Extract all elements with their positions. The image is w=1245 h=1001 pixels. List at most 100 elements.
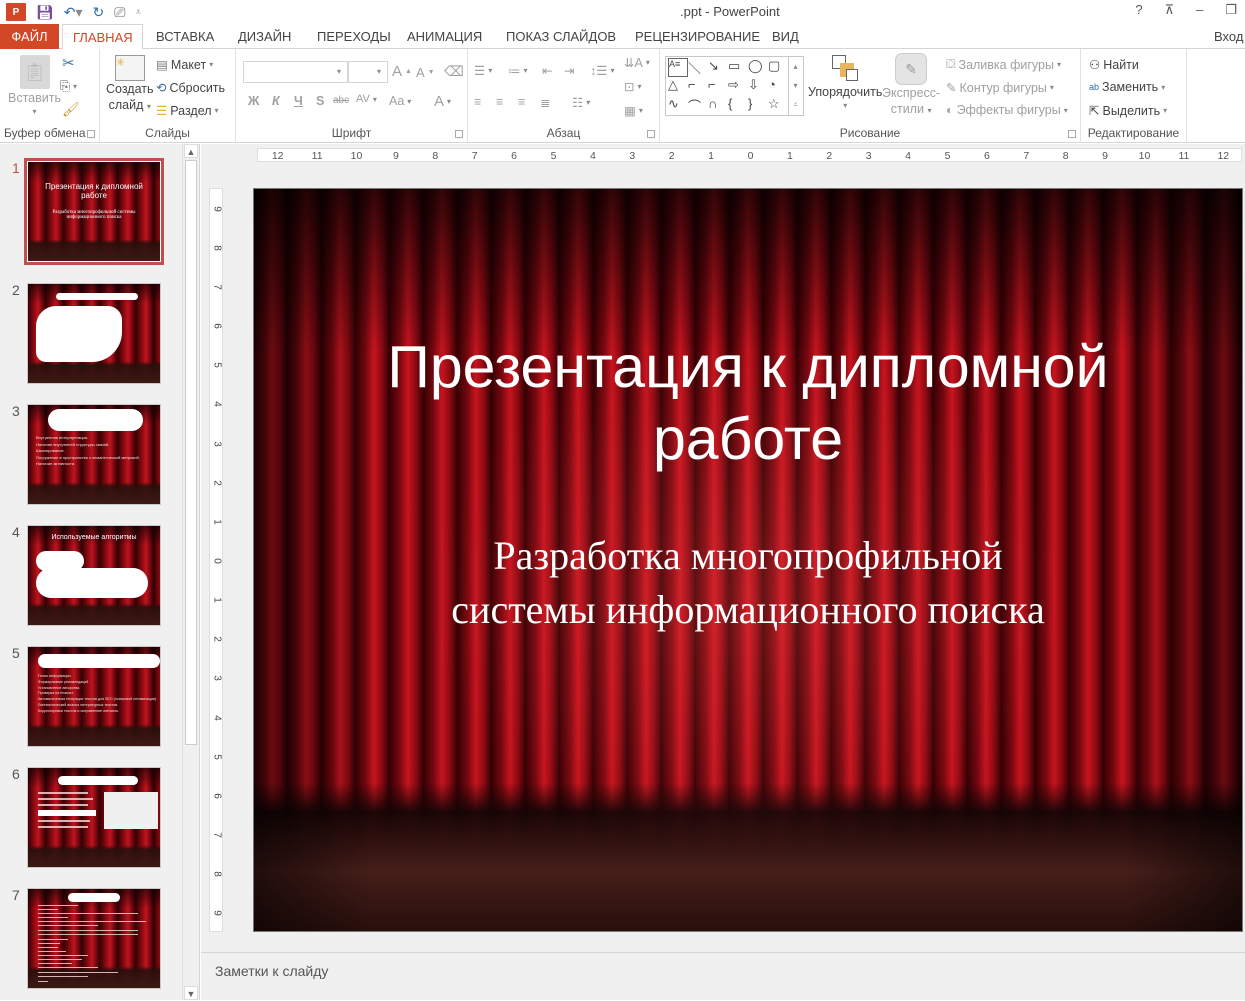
- slide-title[interactable]: Презентация к дипломной работе: [254, 331, 1242, 475]
- slide-thumbnail[interactable]: [27, 888, 161, 989]
- section-button[interactable]: ☰ Раздел ▾: [156, 103, 219, 119]
- align-left-button[interactable]: ≡: [474, 95, 481, 109]
- shape-scribble-icon[interactable]: ∿: [668, 96, 688, 115]
- clear-formatting-button[interactable]: ⌫: [444, 63, 464, 80]
- shape-rectangle-icon[interactable]: ▭: [728, 58, 748, 77]
- shape-textbox-icon[interactable]: A≡: [668, 58, 688, 77]
- notes-placeholder[interactable]: Заметки к слайду: [215, 963, 328, 979]
- shape-outline-button[interactable]: ✎ Контур фигуры ▾: [946, 80, 1054, 96]
- customize-qat-icon[interactable]: ⩡: [135, 3, 141, 21]
- strikethrough-button[interactable]: abc: [333, 95, 349, 106]
- tab-home[interactable]: ГЛАВНАЯ: [62, 24, 143, 50]
- thumbnail-slide-7[interactable]: 7: [0, 887, 180, 992]
- notes-pane[interactable]: Заметки к слайду: [201, 952, 1245, 1000]
- shape-freeform-icon[interactable]: ◔: [768, 77, 788, 96]
- chevron-down-icon[interactable]: ▾: [337, 67, 341, 76]
- tab-design[interactable]: ДИЗАЙН: [228, 24, 301, 49]
- tab-file[interactable]: ФАЙЛ: [0, 24, 59, 49]
- tab-review[interactable]: РЕЦЕНЗИРОВАНИЕ: [625, 24, 770, 49]
- slide-thumbnail[interactable]: Презентация к дипломной работе Разработк…: [24, 158, 164, 265]
- shape-star-icon[interactable]: ☆: [768, 96, 788, 115]
- tab-transitions[interactable]: ПЕРЕХОДЫ: [307, 24, 401, 49]
- shape-effects-button[interactable]: ◐ Эффекты фигуры ▾: [946, 103, 1068, 117]
- current-slide[interactable]: Презентация к дипломной работе Разработк…: [253, 188, 1243, 932]
- undo-icon[interactable]: ↶ ▾: [64, 3, 83, 21]
- start-from-beginning-icon[interactable]: ⎚: [114, 3, 125, 21]
- shape-oval-icon[interactable]: ◯: [748, 58, 768, 77]
- slide-thumbnail[interactable]: Внутренняя интерпретация. Наличие внутре…: [27, 404, 161, 505]
- dialog-launcher-icon[interactable]: [1068, 130, 1076, 138]
- select-button[interactable]: ⇱ Выделить ▾: [1089, 103, 1167, 119]
- scroll-down-icon[interactable]: ▼: [184, 986, 198, 1000]
- columns-button[interactable]: ☷ ▾: [572, 95, 590, 110]
- arrange-button[interactable]: Упорядочить ▾: [808, 53, 882, 110]
- grow-font-button[interactable]: A ▲: [392, 63, 412, 80]
- thumbnail-slide-2[interactable]: 2: [0, 282, 180, 387]
- italic-button[interactable]: К: [272, 94, 280, 108]
- slide-subtitle[interactable]: Разработка многопрофильной системы инфор…: [254, 529, 1242, 637]
- shape-arc-icon[interactable]: ⌒: [688, 96, 708, 115]
- shape-down-arrow-icon[interactable]: ⇩: [748, 77, 768, 96]
- thumbnail-slide-1[interactable]: 1 Презентация к дипломной работе Разрабо…: [0, 158, 180, 265]
- thumbnail-slide-6[interactable]: 6: [0, 766, 180, 871]
- text-direction-button[interactable]: ⇊A ▾: [624, 55, 650, 70]
- minimize-icon[interactable]: –: [1196, 2, 1203, 18]
- sign-in-link[interactable]: Вход: [1214, 24, 1243, 49]
- slide-thumbnail[interactable]: [27, 283, 161, 384]
- bold-button[interactable]: Ж: [248, 94, 259, 108]
- increase-indent-button[interactable]: ⇥: [564, 63, 574, 78]
- save-icon[interactable]: 💾︎: [36, 3, 54, 21]
- paste-button[interactable]: 📋︎ Вставить ▾: [8, 55, 61, 116]
- shape-right-brace-icon[interactable]: }: [748, 96, 768, 115]
- tab-insert[interactable]: ВСТАВКА: [146, 24, 224, 49]
- shape-right-arrow-icon[interactable]: ⇨: [728, 77, 748, 96]
- scroll-up-icon[interactable]: ▲: [184, 144, 198, 158]
- shadow-button[interactable]: S: [316, 94, 324, 108]
- tab-view[interactable]: ВИД: [762, 24, 809, 49]
- chevron-down-icon[interactable]: ▾: [377, 67, 381, 76]
- shape-triangle-icon[interactable]: △: [668, 77, 688, 96]
- slide-thumbnail[interactable]: Используемые алгоритмы: [27, 525, 161, 626]
- ribbon-display-options-icon[interactable]: ⊼: [1165, 2, 1175, 18]
- thumbnail-slide-5[interactable]: 5 Поиск информации. Формирование рекомен…: [0, 645, 180, 750]
- justify-button[interactable]: ≣: [540, 95, 550, 110]
- align-center-button[interactable]: ≡: [496, 95, 503, 109]
- gallery-scroll[interactable]: ▴ ▾ ⩡: [788, 57, 802, 115]
- shape-line-icon[interactable]: ＼: [688, 58, 708, 77]
- restore-icon[interactable]: ❐: [1225, 2, 1237, 18]
- thumbnail-slide-3[interactable]: 3 Внутренняя интерпретация. Наличие внут…: [0, 403, 180, 508]
- shape-rounded-rect-icon[interactable]: ▢: [768, 58, 788, 77]
- thumbnail-slide-4[interactable]: 4 Используемые алгоритмы: [0, 524, 180, 629]
- thumbnails-scrollbar[interactable]: ▲ ▼: [182, 144, 198, 1000]
- format-painter-button[interactable]: 🖌︎: [62, 101, 80, 118]
- help-icon[interactable]: ?: [1135, 2, 1142, 18]
- shape-elbow-arrow-icon[interactable]: ⌐: [708, 77, 728, 96]
- gallery-more-icon[interactable]: ⩡: [789, 95, 802, 114]
- dialog-launcher-icon[interactable]: [87, 130, 95, 138]
- find-button[interactable]: ⚇ Найти: [1089, 57, 1139, 73]
- character-spacing-button[interactable]: AV ▾: [356, 93, 377, 105]
- decrease-indent-button[interactable]: ⇤: [542, 63, 552, 78]
- shape-arrow-icon[interactable]: ↘: [708, 58, 728, 77]
- shape-fill-button[interactable]: ⛋ Заливка фигуры ▾: [946, 57, 1061, 72]
- smartart-button[interactable]: ▦ ▾: [624, 103, 643, 118]
- shrink-font-button[interactable]: A ▼: [416, 65, 435, 80]
- dialog-launcher-icon[interactable]: [455, 130, 463, 138]
- slide-thumbnail[interactable]: Поиск информации. Формирование рекоменда…: [27, 646, 161, 747]
- layout-button[interactable]: ▤ Макет ▾: [156, 57, 213, 73]
- bullets-button[interactable]: ☰ ▾: [474, 63, 492, 78]
- copy-button[interactable]: ⎘ ▾: [60, 79, 77, 94]
- align-right-button[interactable]: ≡: [518, 95, 525, 109]
- underline-button[interactable]: Ч: [294, 94, 303, 108]
- chevron-down-icon[interactable]: ▾: [76, 3, 83, 21]
- tab-animations[interactable]: АНИМАЦИЯ: [397, 24, 492, 49]
- gallery-up-icon[interactable]: ▴: [789, 57, 802, 76]
- gallery-down-icon[interactable]: ▾: [789, 76, 802, 95]
- font-name-input[interactable]: ▾: [243, 61, 348, 83]
- numbering-button[interactable]: ≔ ▾: [508, 63, 528, 78]
- scrollbar-thumb[interactable]: [185, 160, 197, 745]
- shape-elbow-connector-icon[interactable]: ⌐: [688, 77, 708, 96]
- redo-icon[interactable]: ↻: [93, 3, 105, 21]
- align-text-button[interactable]: ⊡ ▾: [624, 79, 642, 94]
- powerpoint-app-icon[interactable]: P: [6, 3, 26, 21]
